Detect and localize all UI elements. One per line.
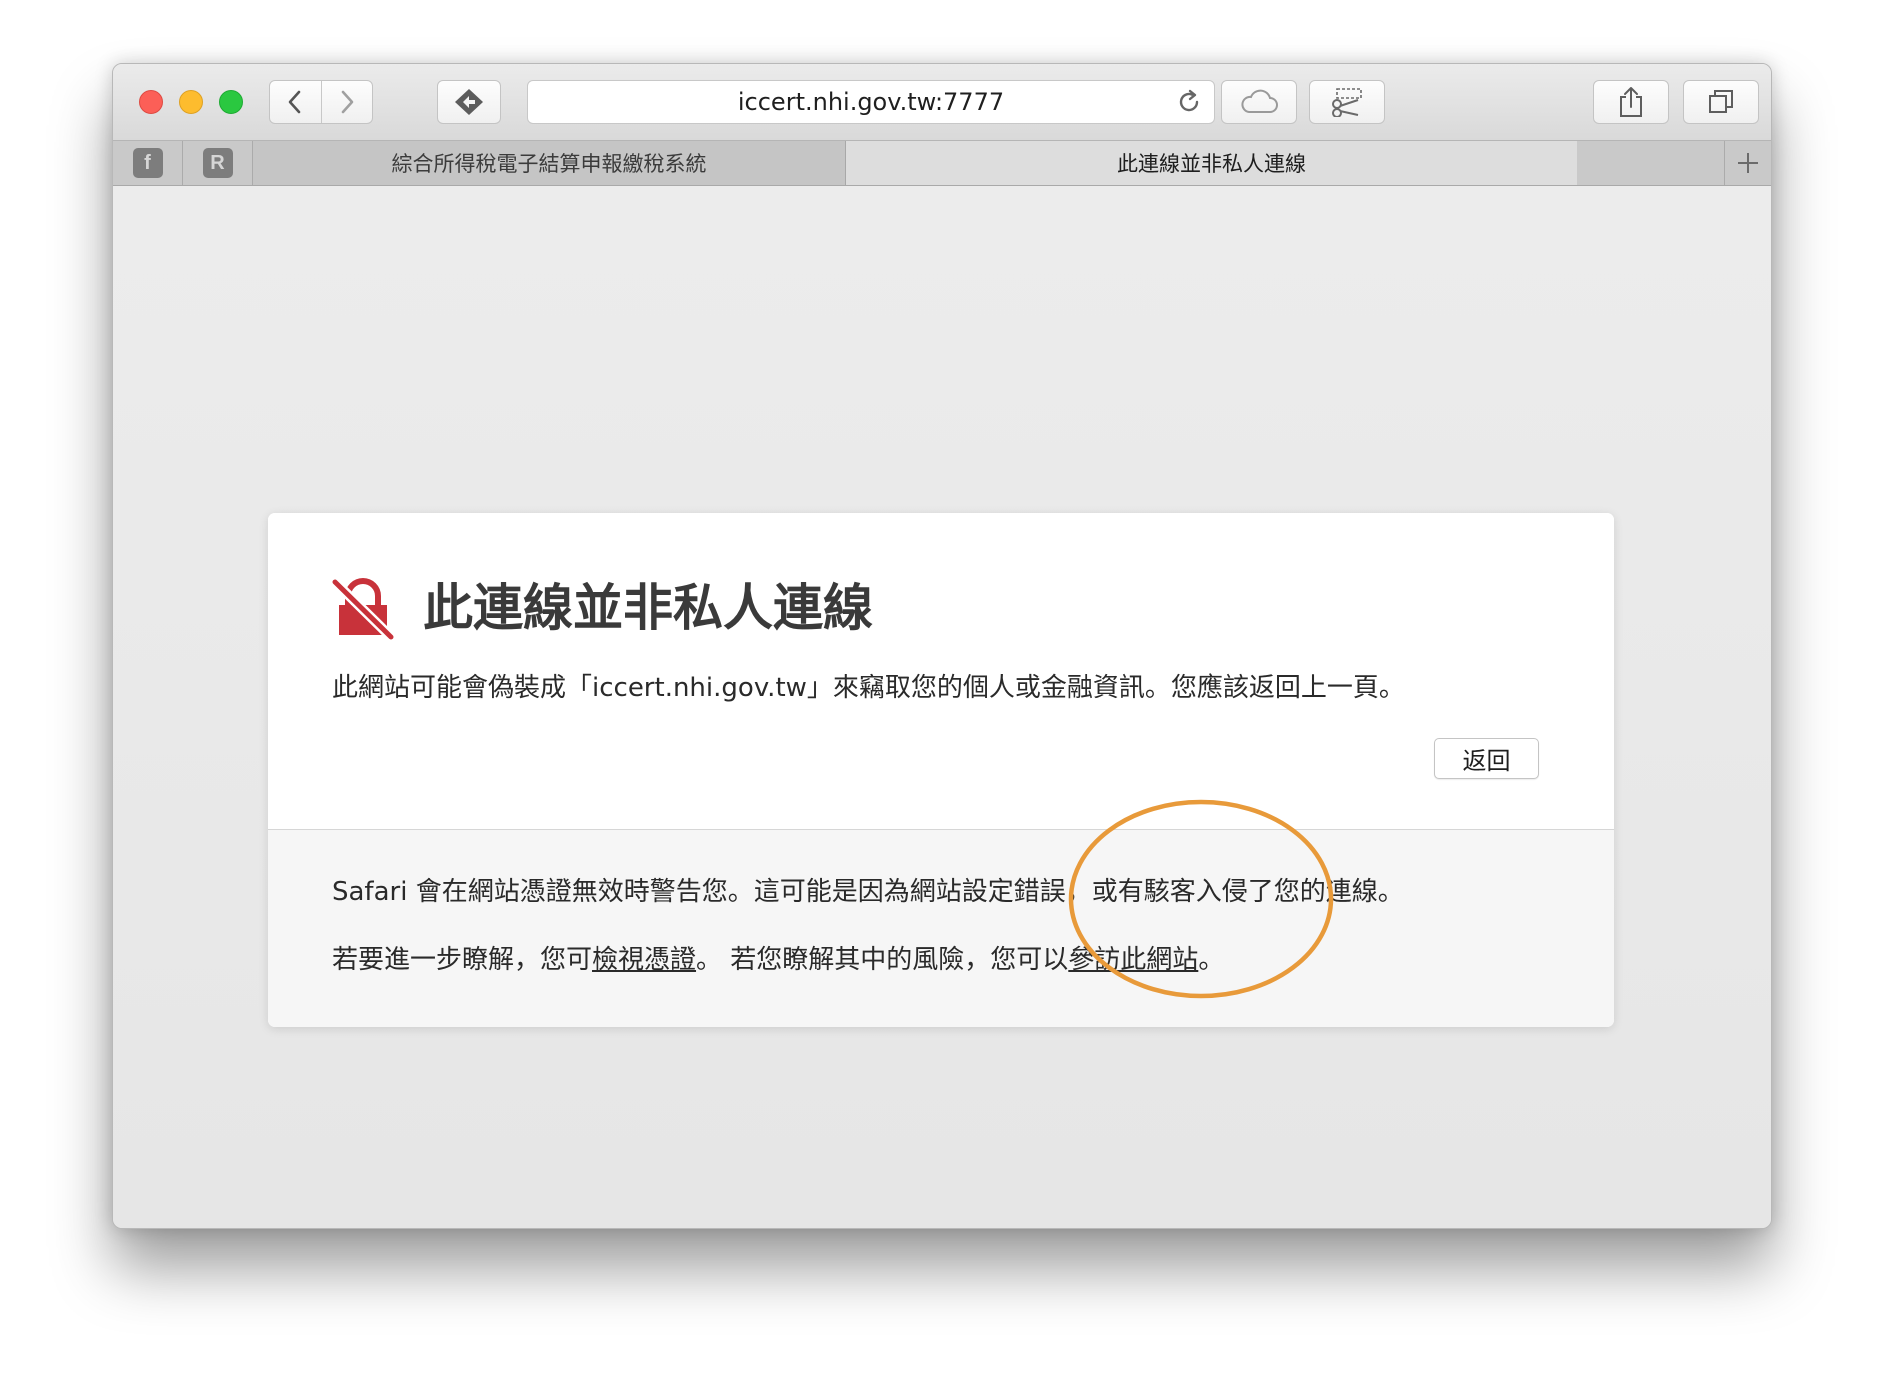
- warning-description: 此網站可能會偽裝成「iccert.nhi.gov.tw」來竊取您的個人或金融資訊…: [332, 673, 1405, 703]
- learn-more-suffix: 。: [1198, 945, 1225, 975]
- page-content: 此連線並非私人連線 此網站可能會偽裝成「iccert.nhi.gov.tw」來竊…: [113, 186, 1771, 1228]
- tab-label: 此連線並非私人連線: [1117, 152, 1306, 176]
- tabs-overview-icon: [1709, 90, 1733, 113]
- share-icon: [1620, 87, 1642, 117]
- broken-lock-warning-icon: [332, 578, 394, 640]
- warning-details-section: Safari 會在網站憑證無效時警告您。這可能是因為網站設定錯誤，或有駭客入侵了…: [268, 830, 1614, 1027]
- zoom-window-button[interactable]: [219, 90, 243, 114]
- warning-title: 此連線並非私人連線: [423, 579, 873, 637]
- back-nav-button[interactable]: [270, 81, 321, 123]
- pinned-tab-r[interactable]: R: [183, 141, 253, 185]
- scissors-icon: [1332, 88, 1362, 117]
- learn-more-middle: 。 若您瞭解其中的風險，您可以: [696, 945, 1069, 975]
- reload-icon[interactable]: [1176, 89, 1202, 115]
- extension-button[interactable]: [437, 80, 501, 124]
- clipper-button[interactable]: [1309, 80, 1385, 124]
- toolbar: iccert.nhi.gov.tw:7777: [113, 64, 1771, 141]
- address-bar[interactable]: iccert.nhi.gov.tw:7777: [527, 80, 1215, 124]
- share-button[interactable]: [1593, 80, 1669, 124]
- warning-header-section: 此連線並非私人連線 此網站可能會偽裝成「iccert.nhi.gov.tw」來竊…: [268, 513, 1614, 830]
- tab-bar: f R 綜合所得稅電子結算申報繳稅系統 此連線並非私人連線: [113, 141, 1771, 186]
- icloud-button[interactable]: [1221, 80, 1297, 124]
- safari-window: iccert.nhi.gov.tw:7777 f R 綜合所得稅電子結算申報繳稅…: [112, 63, 1772, 1229]
- tab-tax-system[interactable]: 綜合所得稅電子結算申報繳稅系統: [253, 141, 846, 185]
- chevron-left-icon: [288, 90, 301, 114]
- new-tab-button[interactable]: [1724, 141, 1771, 185]
- learn-more-prefix: 若要進一步瞭解，您可: [332, 945, 593, 975]
- close-window-button[interactable]: [139, 90, 163, 114]
- url-text: iccert.nhi.gov.tw:7777: [737, 88, 1005, 116]
- cloud-icon: [1241, 89, 1278, 113]
- navigation-buttons: [269, 80, 373, 124]
- go-back-button[interactable]: 返回: [1434, 738, 1539, 779]
- visit-website-link[interactable]: 參訪此網站: [1068, 945, 1198, 975]
- tab-label: 綜合所得稅電子結算申報繳稅系統: [391, 152, 707, 176]
- plus-icon: [1738, 153, 1758, 173]
- screenshot-stage: iccert.nhi.gov.tw:7777 f R 綜合所得稅電子結算申報繳稅…: [0, 0, 1878, 1386]
- certificate-explanation: Safari 會在網站憑證無效時警告您。這可能是因為網站設定錯誤，或有駭客入侵了…: [332, 877, 1404, 907]
- r-extension-icon: R: [202, 148, 233, 178]
- warning-card: 此連線並非私人連線 此網站可能會偽裝成「iccert.nhi.gov.tw」來竊…: [268, 513, 1614, 1027]
- chevron-right-icon: [341, 90, 354, 114]
- tab-overview-button[interactable]: [1683, 80, 1759, 124]
- learn-more-line: 若要進一步瞭解，您可檢視憑證。 若您瞭解其中的風險，您可以參訪此網站。: [332, 940, 1224, 980]
- minimize-window-button[interactable]: [179, 90, 203, 114]
- diamond-extension-icon: [455, 89, 483, 115]
- tab-connection-warning[interactable]: 此連線並非私人連線: [846, 141, 1577, 185]
- facebook-icon: f: [132, 148, 163, 178]
- view-certificate-link[interactable]: 檢視憑證: [592, 945, 696, 975]
- forward-nav-button[interactable]: [320, 81, 373, 123]
- pinned-tab-facebook[interactable]: f: [113, 141, 183, 185]
